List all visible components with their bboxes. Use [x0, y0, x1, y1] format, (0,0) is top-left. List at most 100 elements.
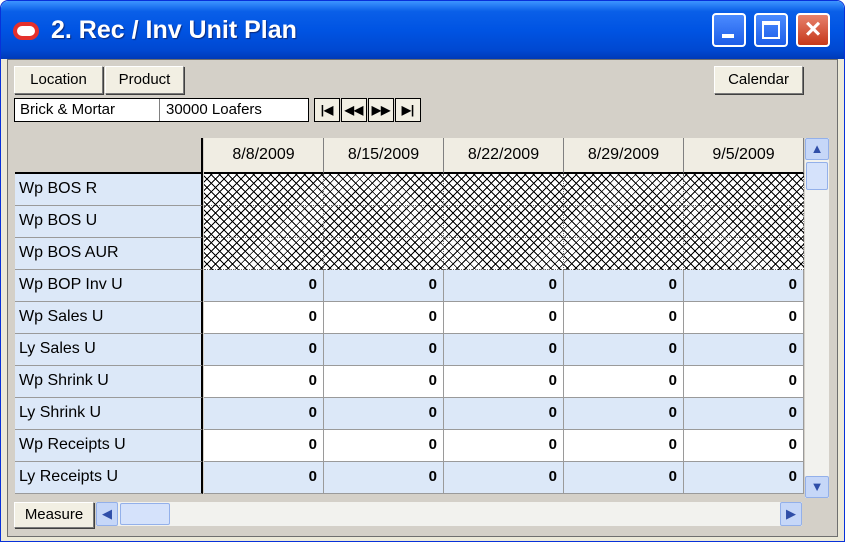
grid-cell[interactable]: 0	[684, 366, 804, 398]
next-page-icon: ▶▶	[371, 103, 391, 117]
row-label[interactable]: Wp BOS U	[15, 206, 203, 238]
grid-cell[interactable]: 0	[324, 462, 444, 494]
grid-cell[interactable]: 0	[204, 366, 324, 398]
column-header[interactable]: 8/22/2009	[444, 138, 564, 174]
grid-cell[interactable]: 0	[444, 366, 564, 398]
grid-cell[interactable]: 0	[684, 270, 804, 302]
hatched-cell	[324, 238, 444, 270]
scroll-right-button[interactable]: ▶	[780, 502, 802, 526]
title-bar[interactable]: 2. Rec / Inv Unit Plan ×	[1, 1, 844, 59]
grid-cell[interactable]: 0	[204, 302, 324, 334]
oracle-app-icon	[13, 22, 39, 40]
hatched-cell	[564, 206, 684, 238]
grid-cell[interactable]: 0	[564, 430, 684, 462]
column-header[interactable]: 8/29/2009	[564, 138, 684, 174]
grid-cell[interactable]: 0	[564, 270, 684, 302]
row-label[interactable]: Ly Sales U	[15, 334, 203, 366]
grid-cell[interactable]: 0	[564, 366, 684, 398]
grid-cell[interactable]: 0	[684, 334, 804, 366]
vertical-scroll-thumb[interactable]	[806, 162, 828, 190]
grid-cell[interactable]: 0	[684, 302, 804, 334]
grid-cell[interactable]: 0	[444, 302, 564, 334]
hatched-cell	[684, 174, 804, 206]
column-header[interactable]: 8/15/2009	[324, 138, 444, 174]
hatched-cell	[444, 206, 564, 238]
row-label[interactable]: Wp Shrink U	[15, 366, 203, 398]
chevron-right-icon: ▶	[786, 506, 796, 521]
grid-cell[interactable]: 0	[564, 462, 684, 494]
close-button[interactable]: ×	[796, 13, 830, 47]
hatched-cell	[564, 238, 684, 270]
grid-cell[interactable]: 0	[204, 430, 324, 462]
grid-cell[interactable]: 0	[324, 270, 444, 302]
grid-corner	[15, 138, 203, 174]
grid-cell[interactable]: 0	[444, 270, 564, 302]
product-button[interactable]: Product	[105, 66, 184, 94]
vertical-scrollbar[interactable]: ▲ ▼	[805, 138, 829, 498]
grid-cell[interactable]: 0	[564, 334, 684, 366]
context-product: 30000 Loafers	[166, 101, 262, 118]
grid-cell[interactable]: 0	[684, 398, 804, 430]
context-location: Brick & Mortar	[20, 101, 116, 118]
column-header[interactable]: 8/8/2009	[204, 138, 324, 174]
context-divider	[159, 99, 160, 121]
hatched-cell	[444, 238, 564, 270]
horizontal-scroll-thumb[interactable]	[120, 503, 170, 525]
grid-cell[interactable]: 0	[324, 430, 444, 462]
scroll-down-button[interactable]: ▼	[805, 476, 829, 498]
chevron-left-icon: ◀	[102, 506, 112, 521]
chevron-up-icon: ▲	[810, 141, 824, 156]
grid-cell[interactable]: 0	[204, 334, 324, 366]
data-grid: 8/8/2009 8/15/2009 8/22/2009 8/29/2009 9/5/2…	[14, 138, 804, 498]
hatched-cell	[204, 174, 324, 206]
minimize-icon	[722, 34, 734, 38]
location-button[interactable]: Location	[14, 66, 103, 94]
grid-cell[interactable]: 0	[204, 398, 324, 430]
row-label[interactable]: Wp BOS R	[15, 174, 203, 206]
minimize-button[interactable]	[712, 13, 746, 47]
scroll-up-button[interactable]: ▲	[805, 138, 829, 160]
first-page-icon: |◀	[320, 103, 334, 117]
last-page-button[interactable]: ▶|	[395, 98, 421, 122]
row-label[interactable]: Wp BOP Inv U	[15, 270, 203, 302]
maximize-button[interactable]	[754, 13, 788, 47]
column-header[interactable]: 9/5/2009	[684, 138, 804, 174]
grid-cell[interactable]: 0	[684, 462, 804, 494]
calendar-button[interactable]: Calendar	[714, 66, 803, 94]
row-label[interactable]: Wp Sales U	[15, 302, 203, 334]
app-window: 2. Rec / Inv Unit Plan × Location Produc…	[0, 0, 845, 542]
measure-button[interactable]: Measure	[14, 502, 94, 528]
hatched-cell	[324, 206, 444, 238]
hatched-cell	[204, 238, 324, 270]
hatched-cell	[684, 206, 804, 238]
grid-cell[interactable]: 0	[324, 334, 444, 366]
bottom-bar: Measure ◀ ▶	[8, 500, 837, 528]
grid-cell[interactable]: 0	[324, 366, 444, 398]
hatched-cell	[444, 174, 564, 206]
previous-page-button[interactable]: ◀◀	[341, 98, 367, 122]
grid-cell[interactable]: 0	[564, 398, 684, 430]
grid-cell[interactable]: 0	[444, 430, 564, 462]
scroll-left-button[interactable]: ◀	[96, 502, 118, 526]
grid-cell[interactable]: 0	[444, 398, 564, 430]
grid-cell[interactable]: 0	[324, 398, 444, 430]
next-page-button[interactable]: ▶▶	[368, 98, 394, 122]
window-title: 2. Rec / Inv Unit Plan	[51, 16, 297, 44]
grid-cell[interactable]: 0	[684, 430, 804, 462]
maximize-icon	[762, 21, 780, 39]
row-label[interactable]: Ly Shrink U	[15, 398, 203, 430]
row-label[interactable]: Wp Receipts U	[15, 430, 203, 462]
last-page-icon: ▶|	[401, 103, 415, 117]
grid-cell[interactable]: 0	[204, 270, 324, 302]
grid-cell[interactable]: 0	[204, 462, 324, 494]
hatched-cell	[684, 238, 804, 270]
horizontal-scrollbar[interactable]: ◀ ▶	[96, 502, 802, 526]
grid-cell[interactable]: 0	[564, 302, 684, 334]
first-page-button[interactable]: |◀	[314, 98, 340, 122]
grid-cell[interactable]: 0	[324, 302, 444, 334]
previous-page-icon: ◀◀	[344, 103, 364, 117]
grid-cell[interactable]: 0	[444, 462, 564, 494]
row-label[interactable]: Wp BOS AUR	[15, 238, 203, 270]
row-label[interactable]: Ly Receipts U	[15, 462, 203, 494]
grid-cell[interactable]: 0	[444, 334, 564, 366]
